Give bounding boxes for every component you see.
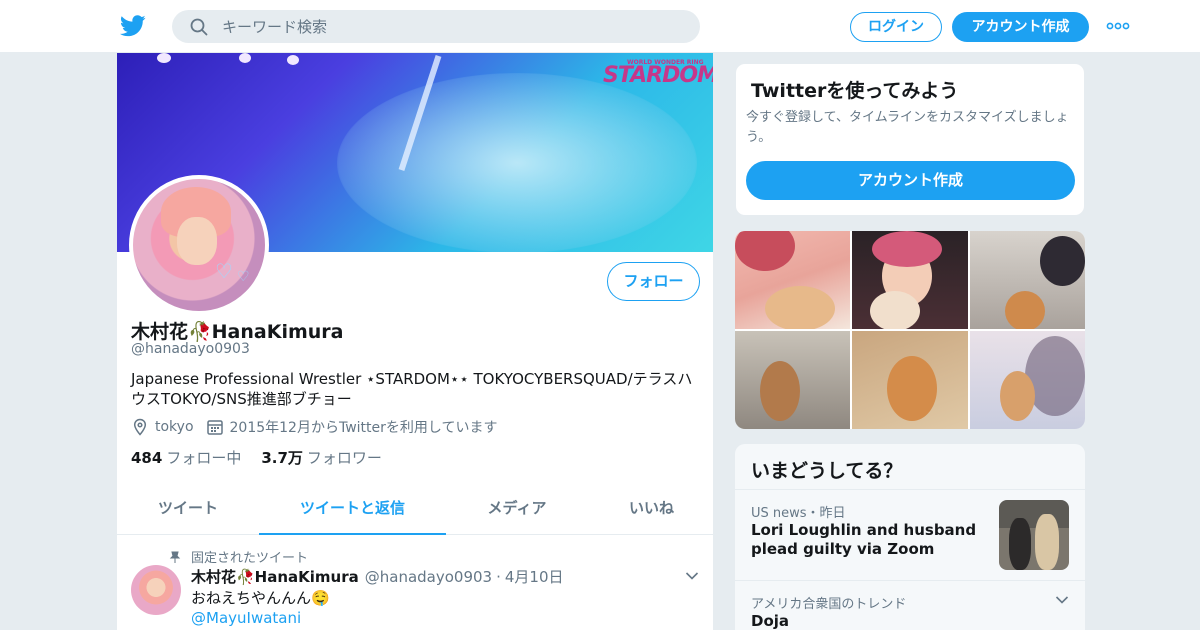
profile-name: 木村花🥀HanaKimura	[131, 321, 344, 343]
chevron-down-icon[interactable]	[685, 571, 699, 581]
banner-stage-light	[157, 53, 171, 63]
profile-join-date: 2015年12月からTwitterを利用しています	[229, 420, 498, 436]
trend-headline: Doja	[751, 612, 790, 630]
search-input[interactable]	[222, 10, 682, 43]
trends-title: いまどうしてる？	[751, 460, 903, 482]
signup-card-body: 今すぐ登録して、タイムラインをカスタマイズしましょう。	[746, 110, 1069, 145]
avatar-face	[177, 217, 217, 265]
trend-category: アメリカ合衆国のトレンド	[751, 597, 907, 612]
stardom-logo-text: STARDOM	[603, 63, 714, 88]
login-button[interactable]: ログイン	[850, 12, 942, 42]
kitten-shape	[760, 361, 800, 421]
calendar-icon	[206, 420, 223, 435]
person-hair-shape	[735, 231, 795, 271]
kitten-shape	[765, 286, 835, 329]
signup-card: Twitterを使ってみよう 今すぐ登録して、タイムラインをカスタマイズしましょ…	[735, 63, 1085, 216]
media-thumbnail[interactable]	[735, 231, 851, 329]
kitten-shape	[1004, 291, 1045, 329]
tweet-text: おねえちやんんん🤤	[191, 589, 330, 607]
followers-count: 3.7万	[261, 449, 303, 467]
search-icon	[190, 18, 208, 36]
heart-icon: ♡	[237, 269, 250, 285]
tab-tweets[interactable]: ツイート	[117, 483, 259, 535]
search-box[interactable]	[172, 10, 700, 43]
banner-stage-light	[239, 53, 251, 63]
signup-card-title: Twitterを使ってみよう	[751, 80, 959, 102]
trends-panel: いまどうしてる？ US news・昨日 Lori Loughlin and hu…	[735, 444, 1085, 630]
media-thumbnail[interactable]	[852, 231, 968, 329]
person-shape	[1035, 514, 1059, 570]
profile-avatar[interactable]: ♡ ♡	[129, 175, 269, 315]
kitten-shape	[999, 371, 1035, 421]
signup-button[interactable]: アカウント作成	[952, 12, 1089, 42]
tab-likes[interactable]: いいね	[588, 483, 713, 535]
trend-category: US news・昨日	[751, 506, 846, 521]
profile-meta: tokyo 2015年12月からTwitterを利用しています	[131, 417, 497, 437]
heart-icon: ♡	[215, 259, 233, 283]
tweet-avatar[interactable]	[131, 565, 181, 615]
top-navigation-bar: ログイン アカウント作成	[0, 0, 1200, 53]
location-icon	[133, 418, 147, 436]
kitten-shape	[887, 356, 938, 421]
twitter-bird-icon[interactable]	[120, 14, 146, 38]
pinned-label-text: 固定されたツイート	[191, 551, 309, 566]
media-thumbnail[interactable]	[852, 331, 968, 429]
tweet-date[interactable]: 4月10日	[505, 566, 564, 587]
banner-stage-light	[287, 55, 299, 65]
followers-stat[interactable]: 3.7万 フォロワー	[261, 447, 382, 468]
profile-location: tokyo	[155, 419, 194, 435]
stardom-logo: WORLD WONDER RING STARDOM	[603, 59, 714, 88]
kitten-shape	[870, 291, 921, 329]
profile-bio: Japanese Professional Wrestler ⋆STARDOM⋆…	[131, 370, 693, 408]
trend-thumbnail	[999, 500, 1069, 570]
stardom-logo-subtitle: WORLD WONDER RING	[627, 59, 704, 66]
profile-tabs: ツイート ツイートと返信 メディア いいね	[117, 483, 713, 535]
profile-column: WORLD WONDER RING STARDOM ♡ ♡ フォロー 木村花🥀Ha…	[116, 53, 714, 630]
media-gallery	[735, 231, 1085, 429]
following-count: 484	[131, 449, 163, 467]
signup-card-button[interactable]: アカウント作成	[746, 161, 1075, 200]
chevron-down-icon[interactable]	[1055, 595, 1069, 605]
tab-media[interactable]: メディア	[446, 483, 588, 535]
media-thumbnail[interactable]	[969, 331, 1085, 429]
tweet-author-handle[interactable]: @hanadayo0903	[365, 568, 492, 586]
tweet-header: 木村花🥀HanaKimura @hanadayo0903 · 4月10日	[191, 566, 564, 587]
media-thumbnail[interactable]	[735, 331, 851, 429]
following-label: フォロー中	[166, 449, 242, 467]
profile-stats: 484 フォロー中 3.7万 フォロワー	[131, 447, 402, 468]
pin-icon	[169, 551, 181, 563]
trend-headline: Lori Loughlin and husband plead guilty v…	[751, 521, 977, 558]
pinned-tweet-label: 固定されたツイート	[169, 547, 308, 566]
banner-fog	[337, 73, 697, 252]
media-thumbnail[interactable]	[969, 231, 1085, 329]
followers-label: フォロワー	[306, 449, 382, 467]
tweet-author-name[interactable]: 木村花🥀HanaKimura	[191, 566, 359, 587]
person-hair-shape	[872, 231, 943, 267]
tab-tweets-and-replies[interactable]: ツイートと返信	[259, 483, 446, 535]
plush-toy-shape	[1039, 236, 1085, 286]
person-shape	[1009, 518, 1031, 570]
more-options-icon[interactable]	[1106, 18, 1130, 34]
follow-button[interactable]: フォロー	[607, 262, 700, 301]
following-stat[interactable]: 484 フォロー中	[131, 447, 241, 468]
tweet-mention-link[interactable]: @MayuIwatani	[191, 609, 301, 627]
profile-handle[interactable]: @hanadayo0903	[131, 341, 250, 357]
separator-dot: ·	[496, 568, 501, 586]
trend-item[interactable]: アメリカ合衆国のトレンド Doja	[735, 580, 1085, 630]
trend-item[interactable]: US news・昨日 Lori Loughlin and husband ple…	[735, 489, 1085, 580]
